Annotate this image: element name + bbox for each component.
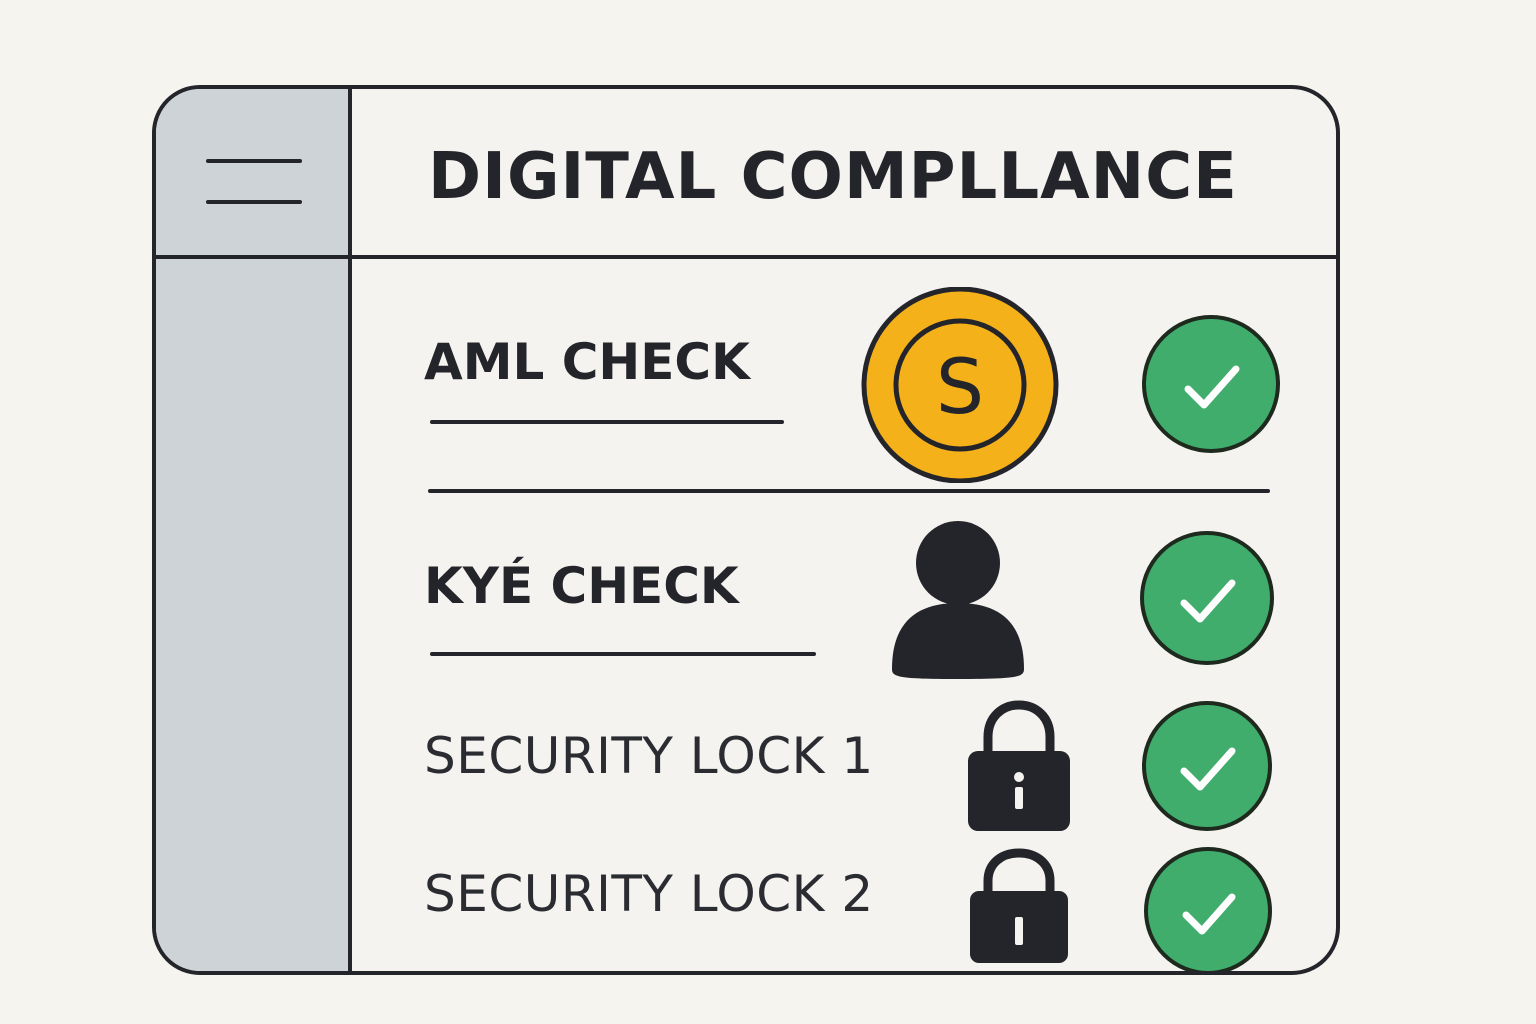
svg-text:S: S xyxy=(936,342,984,431)
hamburger-menu-icon[interactable] xyxy=(198,147,310,217)
page-title: DIGITAL COMPLLANCE xyxy=(428,140,1238,214)
header-divider xyxy=(156,255,1336,259)
user-silhouette-icon xyxy=(888,521,1028,685)
sidebar xyxy=(156,89,352,971)
aml-check-label: AML CHECK xyxy=(424,333,750,391)
coin-dollar-icon: S xyxy=(860,286,1060,487)
kye-check-label: KYÉ CHECK xyxy=(424,557,739,615)
section-divider xyxy=(428,489,1270,493)
aml-check-underline xyxy=(430,420,784,424)
kye-check-status-icon xyxy=(1140,531,1274,665)
security-lock-1-status-icon xyxy=(1142,701,1272,831)
aml-check-status-icon xyxy=(1142,315,1280,453)
security-lock-2-status-icon xyxy=(1144,847,1272,971)
security-lock-2-label: SECURITY LOCK 2 xyxy=(424,865,874,923)
padlock-icon xyxy=(966,847,1072,969)
padlock-icon xyxy=(964,699,1074,837)
compliance-window: DIGITAL COMPLLANCE AML CHECK S KYÉ CHECK… xyxy=(152,85,1340,975)
security-lock-1-label: SECURITY LOCK 1 xyxy=(424,727,874,785)
kye-check-underline xyxy=(430,652,816,656)
